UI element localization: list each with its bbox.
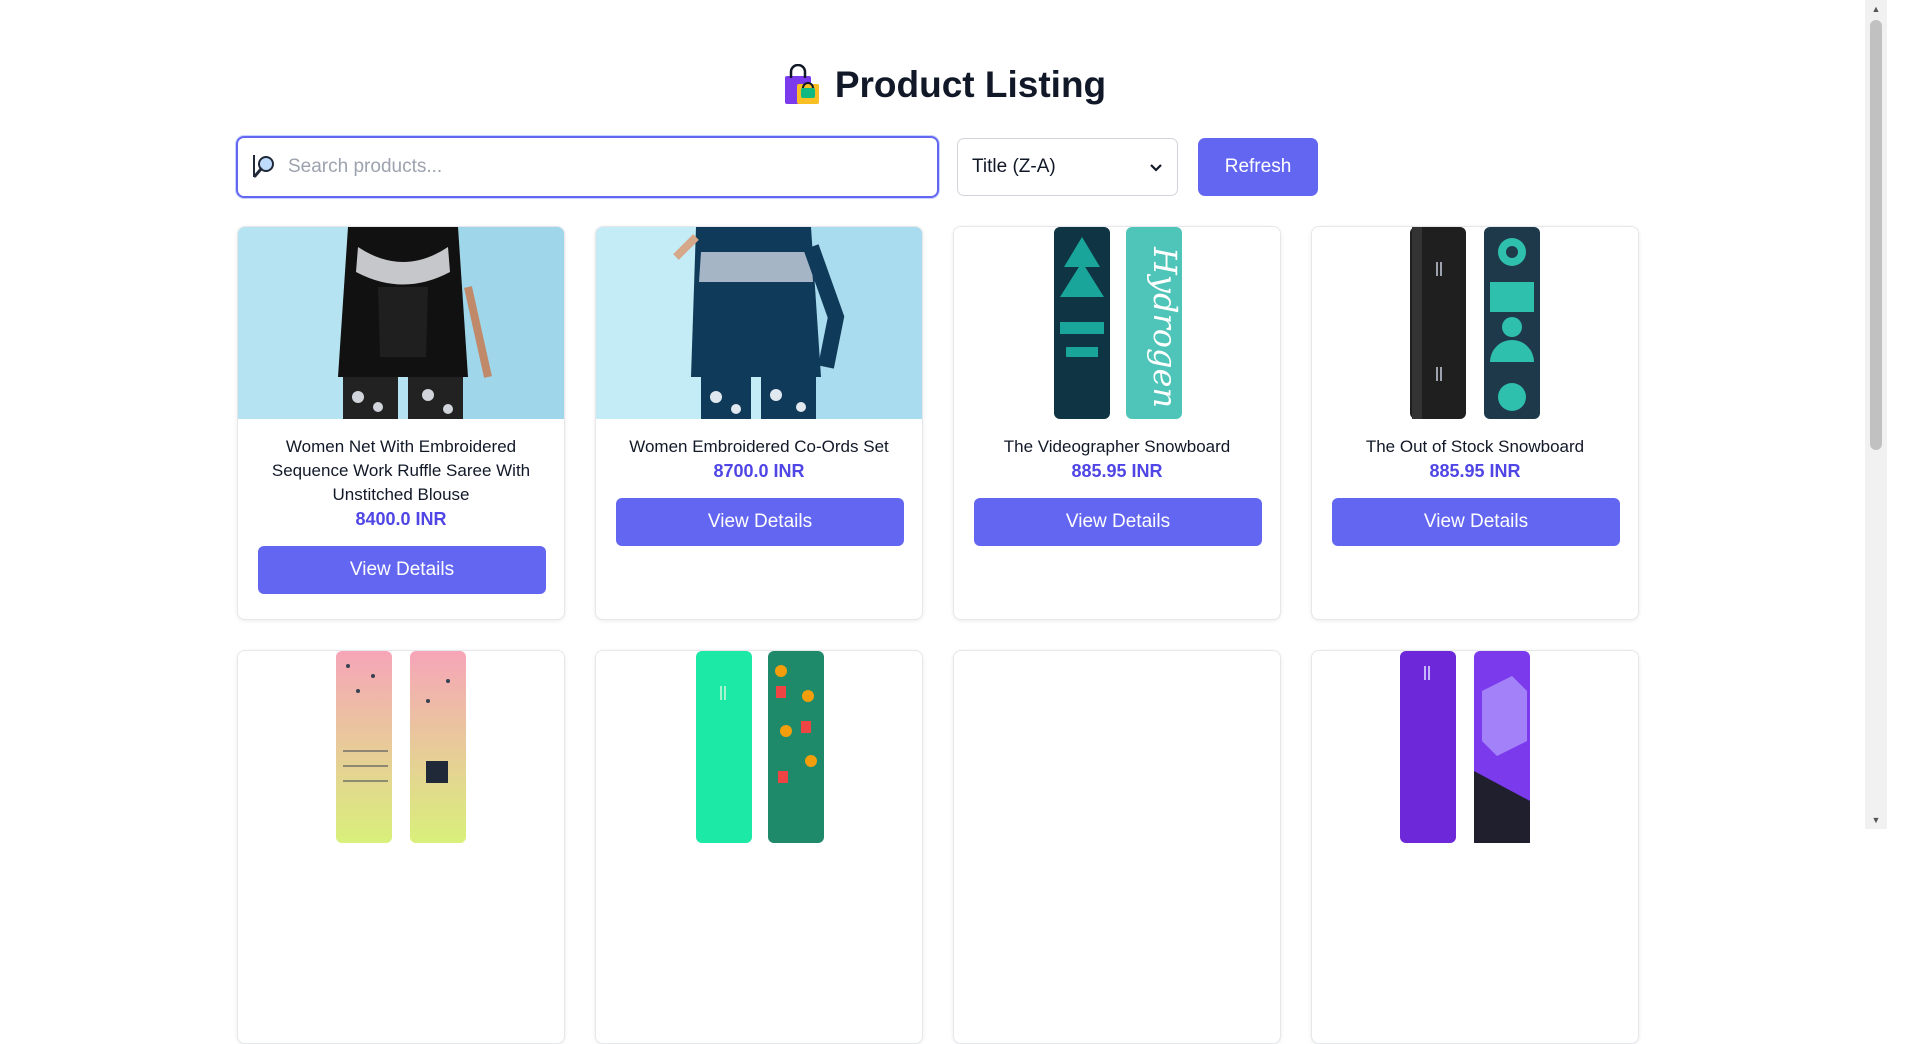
product-image[interactable]: Hydrogen (954, 227, 1280, 419)
refresh-button[interactable]: Refresh (1198, 138, 1318, 196)
view-details-button[interactable]: View Details (258, 546, 546, 594)
product-image[interactable] (954, 651, 1280, 843)
product-info: Women Embroidered Co-Ords Set 8700.0 INR… (596, 419, 922, 546)
svg-text:Hydrogen: Hydrogen (1146, 246, 1184, 408)
product-info: Women Net With Embroidered Sequence Work… (238, 419, 564, 594)
product-image[interactable] (238, 227, 564, 419)
product-image[interactable] (596, 651, 922, 843)
product-price: 885.95 INR (1429, 461, 1521, 481)
product-image[interactable] (1312, 651, 1638, 843)
view-details-button[interactable]: View Details (616, 498, 904, 546)
product-info: The Videographer Snowboard 885.95 INR Vi… (954, 419, 1280, 546)
page-header: Product Listing (0, 64, 1887, 111)
sort-select[interactable]: Title (Z-A) (957, 138, 1178, 196)
product-card (953, 650, 1281, 1044)
magnifier-icon (253, 155, 274, 178)
scroll-down-arrow[interactable]: ▼ (1870, 815, 1882, 825)
vertical-scrollbar[interactable]: ▲ ▼ (1865, 0, 1887, 829)
product-card (595, 650, 923, 1044)
product-image[interactable] (596, 227, 922, 419)
shopping-bags-icon (784, 64, 819, 104)
sort-selected-value: Title (Z-A) (972, 156, 1056, 177)
product-card (237, 650, 565, 1044)
product-title: The Videographer Snowboard (1003, 437, 1231, 456)
page-title: Product Listing (781, 64, 1106, 106)
product-title: Women Embroidered Co-Ords Set (629, 437, 889, 456)
scrollbar-thumb[interactable] (1870, 20, 1882, 450)
toolbar: Title (Z-A) Refresh (236, 136, 1318, 198)
search-input[interactable] (286, 155, 890, 179)
product-grid: Women Net With Embroidered Sequence Work… (237, 226, 1639, 1044)
product-card: The Out of Stock Snowboard 885.95 INR Vi… (1311, 226, 1639, 620)
product-listing-page: Product Listing Title (Z-A) Refresh (0, 0, 1887, 1044)
product-card: Women Embroidered Co-Ords Set 8700.0 INR… (595, 226, 923, 620)
chevron-down-icon (1150, 164, 1162, 172)
product-image[interactable] (238, 651, 564, 843)
product-price: 8400.0 INR (355, 509, 447, 529)
product-title: Women Net With Embroidered Sequence Work… (271, 437, 531, 504)
product-title: The Out of Stock Snowboard (1365, 437, 1585, 456)
product-card (1311, 650, 1639, 1044)
scroll-up-arrow[interactable]: ▲ (1870, 4, 1882, 14)
product-card: Women Net With Embroidered Sequence Work… (237, 226, 565, 620)
product-price: 885.95 INR (1071, 461, 1163, 481)
view-details-button[interactable]: View Details (1332, 498, 1620, 546)
product-card: Hydrogen The Videographer Snowboard 885.… (953, 226, 1281, 620)
product-image[interactable] (1312, 227, 1638, 419)
product-info: The Out of Stock Snowboard 885.95 INR Vi… (1312, 419, 1638, 546)
view-details-button[interactable]: View Details (974, 498, 1262, 546)
page-title-text: Product Listing (834, 64, 1107, 105)
search-box[interactable] (236, 136, 939, 198)
product-price: 8700.0 INR (713, 461, 805, 481)
